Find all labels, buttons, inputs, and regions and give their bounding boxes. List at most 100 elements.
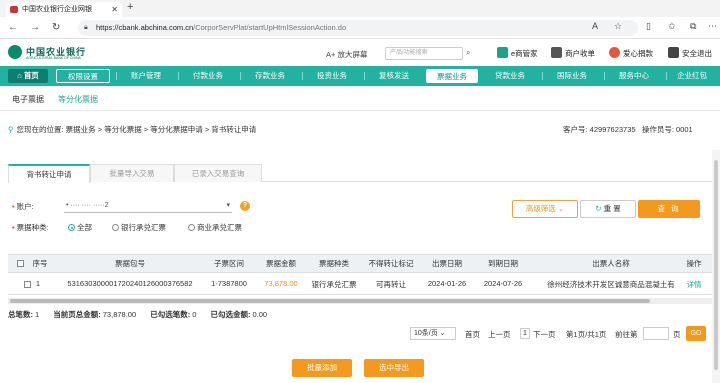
merchant-acquiring-icon xyxy=(551,47,562,58)
col-type: 票据种类 xyxy=(319,259,349,268)
detail-link[interactable]: 详情 xyxy=(684,279,704,290)
zoom-screen-link[interactable]: A+ 放大屏幕 xyxy=(326,49,367,60)
nav-divider xyxy=(240,72,241,80)
lock-icon: 🔒︎ xyxy=(84,24,88,31)
selected-count-label: 已勾选笔数: xyxy=(150,310,191,319)
col-due-date: 到期日期 xyxy=(488,259,518,268)
tab-endorse-transfer[interactable]: 背书转让申请 xyxy=(8,164,90,183)
nav-investment[interactable]: 投资业务 xyxy=(306,69,358,83)
bank-logo[interactable]: 中国农业银行 AGRICULTURAL BANK OF CHINA xyxy=(8,43,128,65)
donation-label: 爱心捐款 xyxy=(623,49,653,58)
reset-button[interactable]: ↻ 重 置 xyxy=(580,200,636,218)
read-aloud-icon[interactable]: A xyxy=(592,21,598,31)
nav-payment[interactable]: 付款业务 xyxy=(182,69,234,83)
heart-icon xyxy=(609,47,620,58)
summary-bar: 总笔数: 1 当前页总金额: 73,878.00 已勾选笔数: 0 已勾选金额: 0.0… xyxy=(8,309,279,320)
favorite-star-icon[interactable]: ☆ xyxy=(614,21,622,32)
account-value: • ···· ···· ·····2 xyxy=(66,202,109,209)
horizontal-scrollbar[interactable] xyxy=(8,298,712,304)
search-input[interactable]: 产品/功能搜索 xyxy=(385,47,463,60)
radio-all[interactable]: 全部 xyxy=(68,222,92,233)
search-icon[interactable]: ⌕ xyxy=(466,48,470,58)
location-pin-icon: ⚲ xyxy=(8,125,14,134)
bill-type-label: • 票据种类: xyxy=(12,222,49,233)
radio-bank-acceptance[interactable]: 银行承兑汇票 xyxy=(112,222,166,233)
first-page-link[interactable]: 首页 xyxy=(465,329,480,340)
browser-tab[interactable]: 中国农业银行企业网银 ✕ xyxy=(6,2,122,17)
page-info: 第1页/共1页 xyxy=(566,330,607,339)
batch-add-button[interactable]: 批量添加 xyxy=(292,359,352,377)
row-checkbox[interactable] xyxy=(24,281,31,288)
back-icon[interactable]: ← xyxy=(8,22,18,33)
chevron-down-icon: ▾ xyxy=(226,202,230,209)
advanced-filter-button[interactable]: 高级筛选 ⌄ xyxy=(512,200,578,218)
nav-international[interactable]: 国际业务 xyxy=(546,69,598,83)
nav-red-packet[interactable]: 企业红包 xyxy=(668,69,716,83)
donation-link[interactable]: 爱心捐款 xyxy=(609,47,653,59)
help-icon[interactable]: ? xyxy=(240,201,250,211)
prev-page-link[interactable]: 上一页 xyxy=(488,329,511,340)
goto-page-input[interactable] xyxy=(643,327,669,340)
more-icon[interactable]: ⋯ xyxy=(708,21,717,32)
total-label: 总笔数: xyxy=(8,310,33,319)
query-button[interactable]: 查 询 xyxy=(638,200,700,218)
new-tab-button[interactable]: + xyxy=(127,1,133,13)
nav-loan[interactable]: 贷款业务 xyxy=(484,69,536,83)
nav-permissions[interactable]: 权限设置 xyxy=(56,69,110,83)
tab-title: 中国农业银行企业网银 xyxy=(22,6,92,13)
cell-drawer: 徐州经济技术开发区诚意商品混凝土有 xyxy=(547,280,675,289)
url-field[interactable]: 🔒︎ https://cbank.abchina.com.cn/CorporSe… xyxy=(78,20,638,36)
vertical-scrollbar[interactable] xyxy=(712,150,720,383)
subnav-split-bill[interactable]: 等分化票据 xyxy=(58,94,98,105)
subnav-electronic-bill[interactable]: 电子票据 xyxy=(12,94,44,105)
bill-type-label-text: 票据种类: xyxy=(16,223,49,232)
split-screen-icon[interactable]: ▯ xyxy=(646,21,651,32)
main-nav: ⌂ 首页 权限设置 账户管理 付款业务 存款业务 投资业务 复核发送 票据业务 … xyxy=(0,66,720,86)
account-select[interactable]: • ···· ···· ·····2 ▾ xyxy=(64,199,232,213)
current-page[interactable]: 1 xyxy=(520,328,530,339)
close-tab-icon[interactable]: ✕ xyxy=(111,2,118,17)
logout-label: 安全退出 xyxy=(682,49,712,58)
nav-home[interactable]: ⌂ 首页 xyxy=(8,69,48,83)
merchant-acquiring-label: 商户收单 xyxy=(565,49,595,58)
refresh-icon[interactable]: ↻ xyxy=(52,22,60,33)
go-button[interactable]: GO xyxy=(686,326,706,341)
account-label-text: 账户: xyxy=(16,202,34,211)
scrollbar-thumb[interactable] xyxy=(10,299,650,303)
page-size-select[interactable]: 10条/页 ⌄ xyxy=(410,327,456,340)
forward-icon[interactable]: → xyxy=(30,22,40,33)
reset-label: 重 置 xyxy=(603,204,621,213)
scrollbar-thumb[interactable] xyxy=(714,160,718,370)
col-action: 操作 xyxy=(686,259,702,268)
page-amount-value: 73,878.00 xyxy=(102,310,137,319)
select-all-checkbox[interactable] xyxy=(17,260,24,267)
nav-account-management[interactable]: 账户管理 xyxy=(120,69,172,83)
favorites-icon[interactable]: ✩ xyxy=(668,21,676,32)
col-transfer-flag: 不得转让标记 xyxy=(368,259,414,268)
export-selected-button[interactable]: 选中导出 xyxy=(364,359,424,377)
logout-link[interactable]: 安全退出 xyxy=(668,47,712,59)
radio-checked-icon xyxy=(68,224,75,231)
nav-deposit[interactable]: 存款业务 xyxy=(244,69,296,83)
nav-bill-business[interactable]: 票据业务 xyxy=(426,69,478,83)
cell-type: 银行承兑汇票 xyxy=(311,280,357,289)
collections-icon[interactable]: ⧉ xyxy=(690,21,696,32)
nav-review-send[interactable]: 复核发送 xyxy=(368,69,420,83)
col-range: 子票区间 xyxy=(214,259,244,268)
customer-number: 客户号: 42997623735 xyxy=(563,125,636,134)
e-merchant-link[interactable]: e商管家 xyxy=(497,47,538,59)
url-domain: https://cbank.abchina.com.cn xyxy=(96,23,194,32)
next-page-link[interactable]: 下一页 xyxy=(533,329,556,340)
nav-divider xyxy=(542,72,543,80)
selected-amount-value: 0.00 xyxy=(252,310,268,319)
merchant-acquiring-link[interactable]: 商户收单 xyxy=(551,47,595,59)
col-amount: 票据金额 xyxy=(266,259,296,268)
radio-commercial-acceptance[interactable]: 商业承兑汇票 xyxy=(188,222,242,233)
radio-bank-label: 银行承兑汇票 xyxy=(121,223,166,232)
tab-batch-import[interactable]: 批量导入交易 xyxy=(90,164,174,182)
tab-query-entered[interactable]: 已录入交易查询 xyxy=(174,164,262,182)
nav-divider xyxy=(302,72,303,80)
nav-service-center[interactable]: 服务中心 xyxy=(608,69,660,83)
logo-en: AGRICULTURAL BANK OF CHINA xyxy=(26,56,81,60)
total-value: 1 xyxy=(35,310,40,319)
